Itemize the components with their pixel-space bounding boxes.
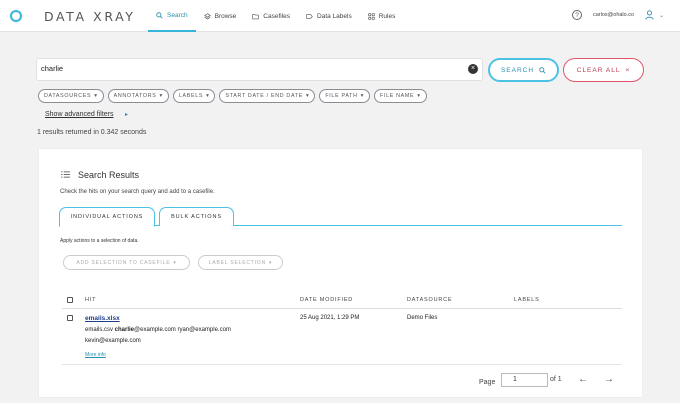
column-header-hit[interactable]: HIT bbox=[85, 297, 96, 303]
layers-icon bbox=[203, 12, 211, 19]
snippet-match: charlie bbox=[114, 327, 135, 333]
results-subtitle: Check the hits on your search query and … bbox=[60, 189, 215, 195]
cell-datasource: Demo Files bbox=[407, 315, 438, 321]
label-selection-button[interactable]: LABEL SELECTION ▾ bbox=[198, 255, 283, 270]
divider bbox=[62, 308, 622, 309]
column-header-labels[interactable]: LABELS bbox=[514, 297, 540, 303]
grid-icon bbox=[368, 12, 375, 20]
filter-date-range[interactable]: START DATE / END DATE ▾ bbox=[219, 89, 316, 103]
snippet-text: emails.csv bbox=[85, 327, 115, 333]
caret-down-icon: ▾ bbox=[268, 259, 273, 266]
filter-label: ANNOTATORS bbox=[113, 93, 157, 99]
filter-datasources[interactable]: DATASOURCES ▾ bbox=[38, 89, 104, 103]
button-label: LABEL SELECTION bbox=[208, 259, 266, 266]
logo-icon[interactable] bbox=[10, 10, 22, 22]
caret-down-icon: ▾ bbox=[159, 93, 163, 99]
nav-item-rules[interactable]: Rules bbox=[360, 0, 404, 32]
nav-label: Search bbox=[167, 11, 188, 19]
nav-item-browse[interactable]: Browse bbox=[196, 0, 245, 32]
folder-icon bbox=[252, 13, 259, 19]
filter-labels[interactable]: LABELS ▾ bbox=[172, 89, 216, 103]
results-summary: 1 results returned in 0.342 seconds bbox=[37, 129, 147, 136]
filter-file-path[interactable]: FILE PATH ▾ bbox=[319, 89, 370, 103]
search-icon bbox=[156, 11, 163, 19]
clear-search-icon[interactable]: × bbox=[468, 64, 478, 74]
more-info-link[interactable]: More info bbox=[85, 352, 106, 358]
caret-down-icon: ▾ bbox=[206, 93, 210, 99]
cell-date-modified: 25 Aug 2021, 1:29 PM bbox=[300, 315, 360, 321]
main-nav: Search Browse Casefiles Data Labels Rule… bbox=[148, 0, 403, 32]
apply-actions-note: Apply actions to a selection of data. bbox=[60, 238, 139, 244]
chevron-right-icon[interactable]: ▸ bbox=[125, 111, 128, 118]
hit-file-link[interactable]: emails.xlsx bbox=[85, 315, 120, 322]
search-field[interactable]: × bbox=[36, 58, 483, 81]
list-icon bbox=[61, 171, 70, 178]
nav-label: Data Labels bbox=[317, 12, 352, 20]
nav-label: Casefiles bbox=[263, 12, 291, 20]
hit-snippet-line-2: kevin@example.com bbox=[85, 338, 141, 344]
brand-name[interactable]: DATA XRAY bbox=[44, 9, 136, 24]
filter-label: FILE PATH bbox=[325, 93, 358, 99]
filter-label: START DATE / END DATE bbox=[225, 93, 303, 99]
results-title: Search Results bbox=[78, 170, 140, 180]
show-advanced-filters-link[interactable]: Show advanced filters bbox=[45, 111, 113, 118]
filter-bar: DATASOURCES ▾ ANNOTATORS ▾ LABELS ▾ START D… bbox=[38, 89, 427, 103]
column-header-datasource[interactable]: DATASOURCE bbox=[407, 297, 452, 303]
filter-label: FILE NAME bbox=[380, 93, 415, 99]
page-number-input[interactable]: 1 bbox=[501, 373, 548, 387]
caret-down-icon: ▾ bbox=[417, 93, 421, 99]
divider bbox=[62, 364, 622, 365]
search-results-card: Search Results Check the hits on your se… bbox=[38, 148, 643, 398]
nav-label: Rules bbox=[378, 12, 396, 20]
search-button[interactable]: SEARCH bbox=[488, 58, 559, 82]
nav-item-data-labels[interactable]: Data Labels bbox=[298, 0, 360, 32]
tab-bulk-actions[interactable]: BULK ACTIONS bbox=[159, 207, 234, 226]
help-icon[interactable]: ? bbox=[572, 10, 582, 20]
top-navigation-bar: DATA XRAY Search Browse Casefiles Data L… bbox=[0, 0, 680, 32]
page-total: of 1 bbox=[550, 376, 562, 383]
snippet-text: @example.com ryan@example.com bbox=[134, 327, 231, 333]
page-label: Page bbox=[479, 378, 496, 386]
caret-down-icon: ▾ bbox=[360, 93, 364, 99]
tab-individual-actions[interactable]: INDIVIDUAL ACTIONS bbox=[59, 207, 155, 227]
action-tabs: INDIVIDUAL ACTIONS BULK ACTIONS bbox=[59, 207, 622, 227]
caret-down-icon: ▾ bbox=[173, 259, 177, 266]
filter-annotators[interactable]: ANNOTATORS ▾ bbox=[107, 89, 169, 103]
select-all-checkbox[interactable] bbox=[67, 297, 73, 303]
search-icon bbox=[539, 66, 546, 74]
nav-item-casefiles[interactable]: Casefiles bbox=[244, 0, 298, 32]
filter-file-name[interactable]: FILE NAME ▾ bbox=[374, 89, 427, 103]
user-icon[interactable] bbox=[645, 10, 654, 20]
clear-all-button[interactable]: CLEAR ALL × bbox=[563, 58, 644, 82]
chevron-down-icon[interactable]: ⌄ bbox=[659, 12, 664, 19]
filter-label: DATASOURCES bbox=[44, 93, 92, 99]
column-header-date-modified[interactable]: DATE MODIFIED bbox=[300, 297, 353, 303]
row-checkbox[interactable] bbox=[67, 315, 73, 321]
hit-snippet: emails.csv charlie@example.com ryan@exam… bbox=[85, 327, 231, 333]
search-input[interactable] bbox=[41, 64, 461, 73]
nav-label: Browse bbox=[214, 12, 237, 20]
add-to-casefile-button[interactable]: ADD SELECTION TO CASEFILE ▾ bbox=[63, 255, 190, 270]
clear-all-label: CLEAR ALL bbox=[576, 66, 621, 74]
button-label: ADD SELECTION TO CASEFILE bbox=[76, 259, 171, 266]
caret-down-icon: ▾ bbox=[94, 93, 98, 99]
close-icon: × bbox=[625, 66, 631, 74]
filter-label: LABELS bbox=[178, 93, 204, 99]
previous-page-arrow-icon[interactable]: ← bbox=[575, 373, 591, 387]
user-email[interactable]: carlos@ohalo.co bbox=[593, 12, 634, 18]
search-button-label: SEARCH bbox=[500, 66, 535, 74]
next-page-arrow-icon[interactable]: → bbox=[601, 373, 617, 387]
caret-down-icon: ▾ bbox=[305, 93, 310, 99]
nav-item-search[interactable]: Search bbox=[148, 0, 196, 32]
label-icon bbox=[306, 13, 313, 19]
